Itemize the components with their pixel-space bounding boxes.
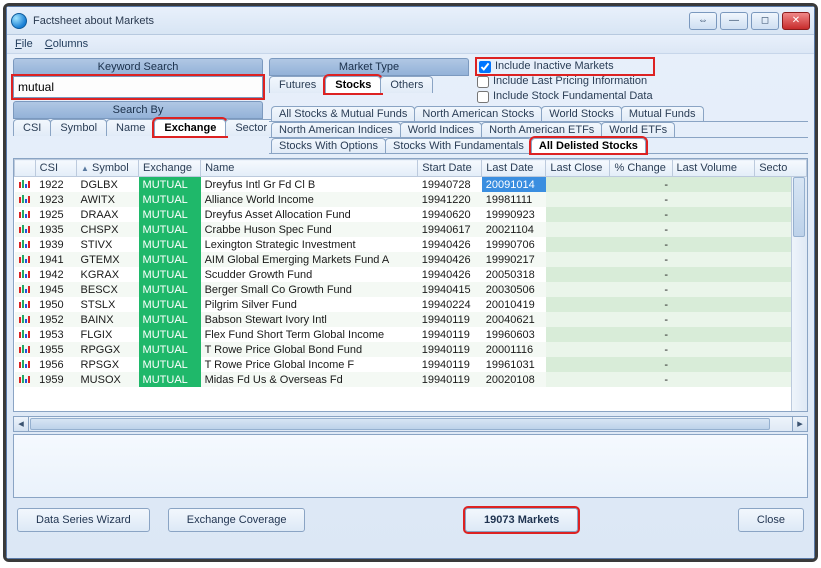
table-row[interactable]: 1952BAINXMUTUALBabson Stewart Ivory Intl… — [15, 312, 807, 327]
chart-icon — [19, 238, 33, 248]
table-row[interactable]: 1922DGLBXMUTUALDreyfus Intl Gr Fd Cl B19… — [15, 177, 807, 193]
col-last-date[interactable]: Last Date — [482, 160, 546, 177]
subtab-north-american-stocks[interactable]: North American Stocks — [414, 106, 542, 121]
menu-file[interactable]: File — [15, 38, 33, 50]
menu-columns[interactable]: Columns — [45, 38, 88, 50]
subtab-north-american-indices[interactable]: North American Indices — [271, 122, 401, 137]
data-series-wizard-button[interactable]: Data Series Wizard — [17, 508, 150, 532]
table-row[interactable]: 1959MUSOXMUTUALMidas Fd Us & Overseas Fd… — [15, 372, 807, 387]
col-secto[interactable]: Secto — [755, 160, 807, 177]
search-by-label: Search By — [13, 101, 263, 119]
subtab-all-delisted-stocks[interactable]: All Delisted Stocks — [531, 138, 646, 153]
chart-icon — [19, 343, 33, 353]
subtab-stocks-with-options[interactable]: Stocks With Options — [271, 138, 386, 153]
market-type-tab-others[interactable]: Others — [380, 76, 433, 93]
subtab-all-stocks-mutual-funds[interactable]: All Stocks & Mutual Funds — [271, 106, 415, 121]
include-fundamental-label: Include Stock Fundamental Data — [493, 89, 653, 104]
include-last-pricing-checkbox[interactable] — [477, 76, 489, 88]
subtabs-row-2: North American IndicesWorld IndicesNorth… — [269, 122, 808, 138]
chart-icon — [19, 208, 33, 218]
chart-icon — [19, 298, 33, 308]
col-symbol[interactable]: ▲ Symbol — [77, 160, 139, 177]
markets-table: CSI▲ SymbolExchangeNameStart DateLast Da… — [13, 158, 808, 412]
chart-icon — [19, 193, 33, 203]
scroll-left-arrow[interactable]: ◂ — [14, 417, 29, 431]
table-row[interactable]: 1925DRAAXMUTUALDreyfus Asset Allocation … — [15, 207, 807, 222]
chart-icon — [19, 373, 33, 383]
subtabs-row-1: All Stocks & Mutual FundsNorth American … — [269, 106, 808, 122]
maximize-button[interactable]: ◻ — [751, 12, 779, 30]
chart-icon — [19, 268, 33, 278]
searchby-tab-symbol[interactable]: Symbol — [50, 119, 107, 136]
scroll-right-arrow[interactable]: ▸ — [792, 417, 807, 431]
include-last-pricing-label: Include Last Pricing Information — [493, 74, 647, 89]
chart-icon — [19, 283, 33, 293]
search-by-tabs: CSISymbolNameExchangeSector — [13, 119, 263, 136]
chart-icon — [19, 253, 33, 263]
market-type-tab-stocks[interactable]: Stocks — [325, 76, 381, 93]
horizontal-scrollbar[interactable]: ◂ ▸ — [13, 416, 808, 432]
table-row[interactable]: 1942KGRAXMUTUALScudder Growth Fund199404… — [15, 267, 807, 282]
chart-icon — [19, 178, 33, 188]
keyword-search-label: Keyword Search — [13, 58, 263, 76]
col--change[interactable]: % Change — [610, 160, 672, 177]
table-row[interactable]: 1953FLGIXMUTUALFlex Fund Short Term Glob… — [15, 327, 807, 342]
col-name[interactable]: Name — [201, 160, 418, 177]
market-type-tab-futures[interactable]: Futures — [269, 76, 326, 93]
include-inactive-label: Include Inactive Markets — [495, 59, 614, 74]
table-row[interactable]: 1956RPSGXMUTUALT Rowe Price Global Incom… — [15, 357, 807, 372]
bottom-bar: Data Series Wizard Exchange Coverage 190… — [7, 500, 814, 540]
table-row[interactable]: 1923AWITXMUTUALAlliance World Income1994… — [15, 192, 807, 207]
restore-arrows-button[interactable]: ⇔ — [689, 12, 717, 30]
market-type-label: Market Type — [269, 58, 469, 76]
col-last-volume[interactable]: Last Volume — [672, 160, 755, 177]
table-row[interactable]: 1939STIVXMUTUALLexington Strategic Inves… — [15, 237, 807, 252]
close-window-button[interactable]: ✕ — [782, 12, 810, 30]
chart-icon — [19, 328, 33, 338]
close-button[interactable]: Close — [738, 508, 804, 532]
vertical-scroll-thumb[interactable] — [793, 177, 805, 237]
horizontal-scroll-thumb[interactable] — [30, 418, 770, 430]
app-icon — [11, 13, 27, 29]
col-start-date[interactable]: Start Date — [418, 160, 482, 177]
include-inactive-checkbox[interactable] — [479, 61, 491, 73]
subtab-mutual-funds[interactable]: Mutual Funds — [621, 106, 704, 121]
subtab-world-indices[interactable]: World Indices — [400, 122, 482, 137]
include-options: Include Inactive Markets Include Last Pr… — [477, 58, 653, 104]
subtab-north-american-etfs[interactable]: North American ETFs — [481, 122, 602, 137]
table-row[interactable]: 1935CHSPXMUTUALCrabbe Huson Spec Fund199… — [15, 222, 807, 237]
col-last-close[interactable]: Last Close — [546, 160, 610, 177]
subtabs-row-3: Stocks With OptionsStocks With Fundament… — [269, 138, 808, 154]
chart-icon — [19, 358, 33, 368]
searchby-tab-csi[interactable]: CSI — [13, 119, 51, 136]
col-exchange[interactable]: Exchange — [139, 160, 201, 177]
table-row[interactable]: 1941GTEMXMUTUALAIM Global Emerging Marke… — [15, 252, 807, 267]
market-type-tabs: FuturesStocksOthers — [269, 76, 469, 93]
chart-icon — [19, 313, 33, 323]
include-fundamental-checkbox[interactable] — [477, 91, 489, 103]
window-title: Factsheet about Markets — [33, 15, 686, 27]
col-icon[interactable] — [15, 160, 36, 177]
col-csi[interactable]: CSI — [35, 160, 76, 177]
table-body: 1922DGLBXMUTUALDreyfus Intl Gr Fd Cl B19… — [15, 177, 807, 388]
vertical-scrollbar[interactable] — [791, 177, 807, 411]
table-row[interactable]: 1945BESCXMUTUALBerger Small Co Growth Fu… — [15, 282, 807, 297]
titlebar: Factsheet about Markets ⇔ — ◻ ✕ — [7, 7, 814, 35]
menubar: File Columns — [7, 35, 814, 54]
window: Factsheet about Markets ⇔ — ◻ ✕ File Col… — [6, 6, 815, 559]
table-row[interactable]: 1950STSLXMUTUALPilgrim Silver Fund199402… — [15, 297, 807, 312]
minimize-button[interactable]: — — [720, 12, 748, 30]
keyword-search-input[interactable] — [13, 76, 263, 98]
markets-count-button[interactable]: 19073 Markets — [465, 508, 578, 532]
table-row[interactable]: 1955RPGGXMUTUALT Rowe Price Global Bond … — [15, 342, 807, 357]
detail-panel — [13, 434, 808, 498]
subtab-stocks-with-fundamentals[interactable]: Stocks With Fundamentals — [385, 138, 532, 153]
table-header-row: CSI▲ SymbolExchangeNameStart DateLast Da… — [15, 160, 807, 177]
subtab-world-etfs[interactable]: World ETFs — [601, 122, 675, 137]
chart-icon — [19, 223, 33, 233]
exchange-coverage-button[interactable]: Exchange Coverage — [168, 508, 306, 532]
searchby-tab-exchange[interactable]: Exchange — [154, 119, 226, 136]
searchby-tab-name[interactable]: Name — [106, 119, 155, 136]
subtab-world-stocks[interactable]: World Stocks — [541, 106, 622, 121]
